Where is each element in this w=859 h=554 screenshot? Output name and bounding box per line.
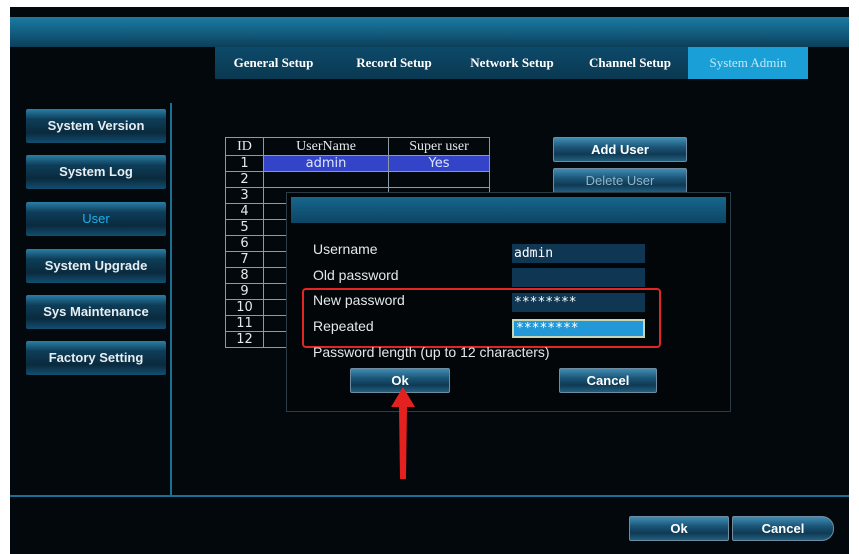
footer-divider bbox=[10, 495, 849, 497]
add-user-button[interactable]: Add User bbox=[553, 137, 687, 162]
tab-general-setup[interactable]: General Setup bbox=[215, 47, 332, 79]
tab-record-setup[interactable]: Record Setup bbox=[340, 47, 448, 79]
password-highlight-box bbox=[302, 288, 661, 348]
column-header-username: UserName bbox=[263, 137, 389, 156]
cell-id: 1 bbox=[225, 155, 264, 172]
cell-id: 9 bbox=[225, 283, 264, 300]
title-bar bbox=[10, 17, 849, 47]
username-label: Username bbox=[313, 241, 378, 257]
red-arrow-icon bbox=[391, 387, 415, 479]
sidebar-item-system-upgrade[interactable]: System Upgrade bbox=[26, 249, 166, 283]
dvr-screen: General Setup Record Setup Network Setup… bbox=[10, 7, 849, 554]
sidebar-item-system-log[interactable]: System Log bbox=[26, 155, 166, 189]
sidebar-divider bbox=[170, 103, 172, 496]
table-row[interactable]: 2 bbox=[225, 171, 490, 188]
column-header-id: ID bbox=[225, 137, 264, 156]
tab-channel-setup[interactable]: Channel Setup bbox=[574, 47, 686, 79]
cell-id: 11 bbox=[225, 315, 264, 332]
table-row[interactable]: 1 admin Yes bbox=[225, 155, 490, 172]
column-header-super-user: Super user bbox=[388, 137, 490, 156]
dialog-title-bar bbox=[291, 197, 726, 223]
password-length-hint: Password length (up to 12 characters) bbox=[313, 344, 550, 360]
change-password-dialog: Username admin Old password New password… bbox=[286, 192, 731, 412]
cell-id: 8 bbox=[225, 267, 264, 284]
cell-username bbox=[263, 171, 389, 188]
cell-id: 6 bbox=[225, 235, 264, 252]
cell-super-user: Yes bbox=[388, 155, 490, 172]
sidebar-item-sys-maintenance[interactable]: Sys Maintenance bbox=[26, 295, 166, 329]
sidebar-item-user[interactable]: User bbox=[26, 202, 166, 236]
cancel-button[interactable]: Cancel bbox=[732, 516, 834, 541]
old-password-label: Old password bbox=[313, 267, 399, 283]
cell-id: 4 bbox=[225, 203, 264, 220]
cell-id: 12 bbox=[225, 331, 264, 348]
cell-id: 5 bbox=[225, 219, 264, 236]
tab-system-admin[interactable]: System Admin bbox=[688, 47, 808, 79]
cell-username: admin bbox=[263, 155, 389, 172]
username-field[interactable]: admin bbox=[512, 244, 645, 263]
cell-id: 2 bbox=[225, 171, 264, 188]
sidebar-item-factory-setting[interactable]: Factory Setting bbox=[26, 341, 166, 375]
cell-id: 10 bbox=[225, 299, 264, 316]
sidebar-item-system-version[interactable]: System Version bbox=[26, 109, 166, 143]
tab-network-setup[interactable]: Network Setup bbox=[452, 47, 572, 79]
cell-super-user bbox=[388, 171, 490, 188]
ok-button[interactable]: Ok bbox=[629, 516, 729, 541]
cell-id: 7 bbox=[225, 251, 264, 268]
dialog-cancel-button[interactable]: Cancel bbox=[559, 368, 657, 393]
old-password-field[interactable] bbox=[512, 268, 645, 287]
delete-user-button[interactable]: Delete User bbox=[553, 168, 687, 193]
cell-id: 3 bbox=[225, 187, 264, 204]
